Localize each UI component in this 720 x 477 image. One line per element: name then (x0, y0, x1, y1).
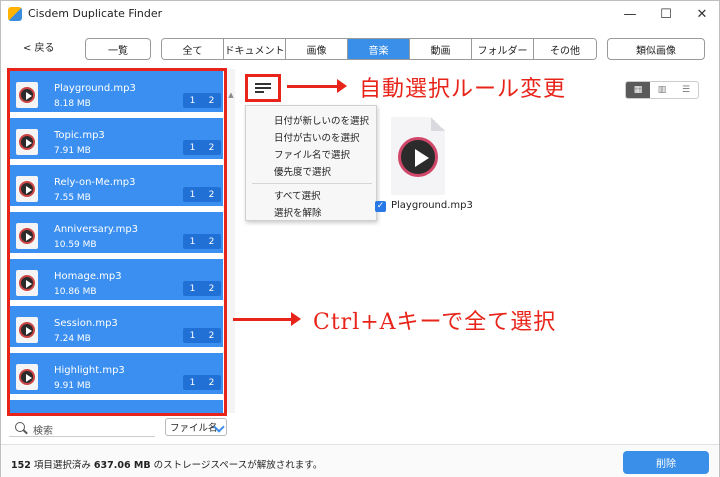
window-title: Cisdem Duplicate Finder (28, 7, 163, 20)
menu-item-select-by-priority[interactable]: 優先度で選択 (274, 164, 331, 178)
app-window: Cisdem Duplicate Finder — ☐ ✕ < 戻る 一覧 全て… (0, 0, 720, 477)
status-bar: 152 項目選択済み 637.06 MB のストレージスペースが解放されます。 … (1, 444, 719, 477)
file-name: Topic.mp3 (54, 130, 105, 141)
delete-button[interactable]: 削除 (623, 451, 709, 474)
audio-file-icon (16, 223, 38, 249)
file-name: Homage.mp3 (54, 271, 122, 282)
audio-file-icon (16, 270, 38, 296)
preview-file-name: Playground.mp3 (391, 200, 473, 211)
sort-selected-value: ファイル名 (170, 423, 218, 434)
audio-file-icon (16, 176, 38, 202)
list-item[interactable]: Playground.mp3 8.18 MB 12 (9, 71, 223, 115)
duplicate-count-badge: 12 (183, 140, 221, 155)
audio-file-icon (16, 317, 38, 343)
list-icon[interactable]: ☰ (674, 82, 698, 98)
filmstrip-icon[interactable]: ▥ (650, 82, 674, 98)
annotation-text: 自動選択ルール変更 (359, 77, 567, 102)
duplicate-file-list: Playground.mp3 8.18 MB 12 Topic.mp3 7.91… (9, 71, 223, 413)
menu-item-select-by-name[interactable]: ファイル名で選択 (274, 147, 350, 161)
status-text: 152 項目選択済み 637.06 MB のストレージスペースが解放されます。 (11, 457, 322, 471)
annotation-arrow (233, 312, 301, 326)
file-name: Highlight.mp3 (54, 365, 125, 376)
list-item[interactable]: Topic.mp3 7.91 MB 12 (9, 118, 223, 162)
category-tabs: 全て ドキュメント 画像 音楽 動画 フォルダー その他 (161, 38, 597, 60)
file-size: 8.18 MB (54, 99, 91, 109)
file-size: 7.24 MB (54, 334, 91, 344)
file-size: 9.91 MB (54, 381, 91, 391)
file-name: Playground.mp3 (54, 83, 136, 94)
duplicate-count-badge: 12 (183, 93, 221, 108)
tab-music[interactable]: 音楽 (348, 39, 410, 59)
title-bar: Cisdem Duplicate Finder — ☐ ✕ (1, 1, 719, 27)
file-size: 7.55 MB (54, 193, 91, 203)
tab-videos[interactable]: 動画 (410, 39, 472, 59)
annotation-arrow (287, 79, 347, 93)
menu-item-select-oldest[interactable]: 日付が古いのを選択 (274, 130, 360, 144)
file-size: 7.91 MB (54, 146, 91, 156)
file-name: Session.mp3 (54, 318, 118, 329)
audio-file-preview-icon[interactable] (391, 117, 445, 195)
file-name: Anniversary.mp3 (54, 224, 139, 235)
auto-select-button[interactable] (245, 74, 281, 102)
toolbar: < 戻る 一覧 全て ドキュメント 画像 音楽 動画 フォルダー その他 類似画… (1, 27, 719, 67)
tab-others[interactable]: その他 (534, 39, 596, 59)
duplicate-count-badge: 12 (183, 234, 221, 249)
file-checkbox[interactable]: ✓ (375, 201, 386, 212)
audio-file-icon (16, 82, 38, 108)
tab-images[interactable]: 画像 (286, 39, 348, 59)
list-scrollbar[interactable] (227, 69, 235, 413)
freed-space-label: のストレージスペースが解放されます。 (153, 460, 323, 471)
audio-file-icon (16, 364, 38, 390)
menu-item-deselect[interactable]: 選択を解除 (274, 205, 322, 219)
scroll-up-icon[interactable]: ▲ (227, 91, 235, 99)
duplicate-count-badge: 12 (183, 328, 221, 343)
sort-lines-icon (255, 83, 271, 93)
file-size: 10.86 MB (54, 287, 97, 297)
app-logo-icon (8, 7, 22, 21)
menu-item-select-all[interactable]: すべて選択 (274, 188, 320, 202)
list-item[interactable]: Anniversary.mp3 10.59 MB 12 (9, 212, 223, 256)
sort-select[interactable]: ファイル名 (165, 418, 227, 436)
list-item[interactable]: Rely-on-Me.mp3 7.55 MB 12 (9, 165, 223, 209)
back-button[interactable]: < 戻る (23, 39, 55, 54)
list-view-button[interactable]: 一覧 (85, 38, 151, 60)
duplicate-count-badge: 12 (183, 187, 221, 202)
file-name: Rely-on-Me.mp3 (54, 177, 136, 188)
menu-divider (252, 183, 372, 184)
list-item[interactable] (9, 400, 223, 413)
menu-item-select-newest[interactable]: 日付が新しいのを選択 (274, 113, 369, 127)
list-item[interactable]: Highlight.mp3 9.91 MB 12 (9, 353, 223, 397)
search-input[interactable]: 検索 (33, 422, 53, 437)
search-icon (15, 422, 25, 432)
annotation-text: Ctrl+Aキーで全て選択 (313, 310, 557, 335)
tab-all[interactable]: 全て (162, 39, 224, 59)
tab-documents[interactable]: ドキュメント (224, 39, 286, 59)
selected-count: 152 (11, 460, 31, 471)
list-item[interactable]: Session.mp3 7.24 MB 12 (9, 306, 223, 350)
search-field[interactable]: 検索 (9, 419, 155, 437)
file-size: 10.59 MB (54, 240, 97, 250)
list-item[interactable]: Homage.mp3 10.86 MB 12 (9, 259, 223, 303)
auto-select-menu: 日付が新しいのを選択 日付が古いのを選択 ファイル名で選択 優先度で選択 すべて… (245, 105, 377, 221)
selected-count-label: 項目選択済み (33, 460, 91, 471)
tab-folders[interactable]: フォルダー (472, 39, 534, 59)
view-mode-switch: ▦ ▥ ☰ (625, 81, 699, 99)
duplicate-count-badge: 12 (183, 281, 221, 296)
duplicate-count-badge: 12 (183, 375, 221, 390)
close-button[interactable]: ✕ (679, 3, 720, 25)
similar-images-button[interactable]: 類似画像 (607, 38, 705, 60)
grid-icon[interactable]: ▦ (626, 82, 650, 98)
audio-file-icon (16, 129, 38, 155)
freed-space: 637.06 MB (93, 460, 151, 471)
